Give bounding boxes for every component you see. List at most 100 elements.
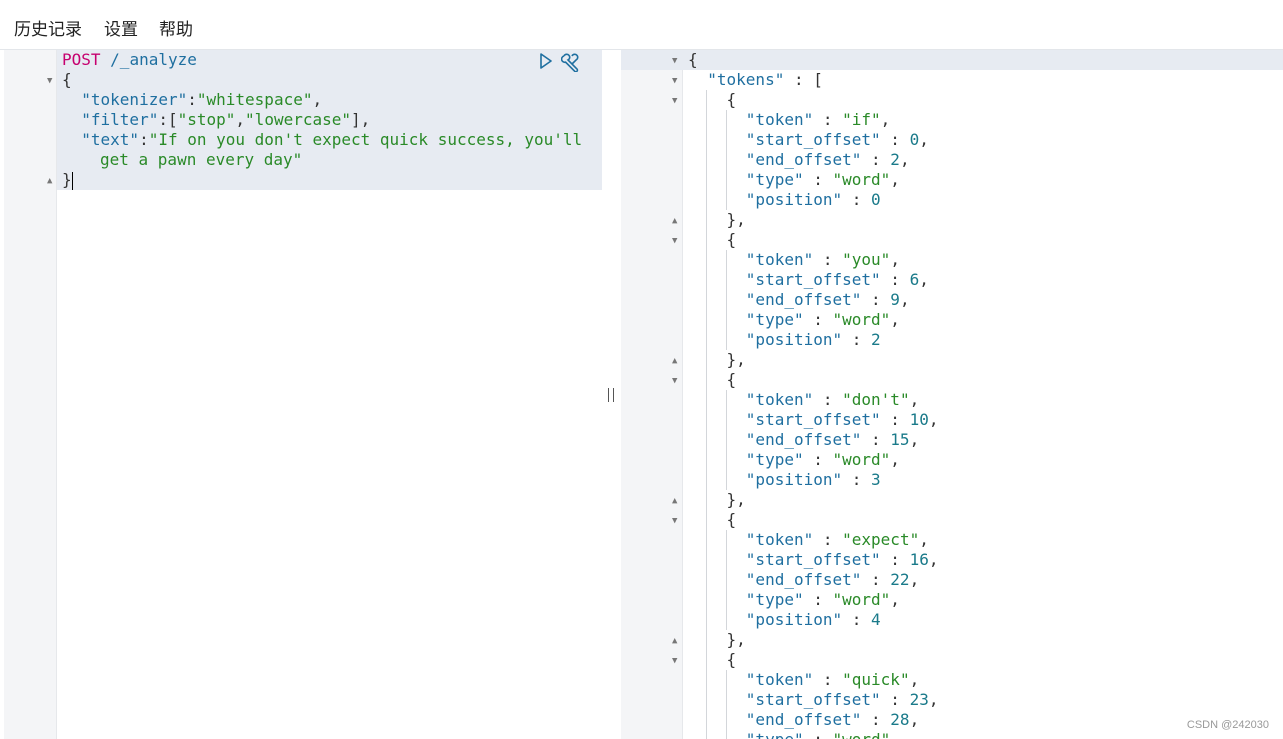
request-path: /_analyze [110, 50, 197, 69]
json-number: 15 [890, 430, 910, 449]
comma: , [890, 590, 900, 609]
colon: : [158, 110, 168, 129]
brace: }, [726, 210, 746, 229]
json-key: "start_offset" [745, 690, 881, 709]
json-key: "position" [745, 610, 843, 629]
colon: : [880, 690, 910, 709]
json-key: "type" [745, 310, 804, 329]
colon: : [861, 430, 891, 449]
comma: , [909, 390, 920, 409]
response-code-line: "end_offset" : 22, [688, 570, 919, 590]
pane-divider[interactable] [602, 50, 621, 739]
fold-open-icon[interactable]: ▼ [672, 656, 677, 666]
colon: : [880, 550, 910, 569]
comma: , [928, 550, 939, 569]
fold-closed-icon[interactable]: ▲ [672, 216, 677, 226]
comma: , [919, 130, 929, 149]
request-code-line-wrap: get a pawn every day" [100, 150, 302, 170]
response-code-line: "token" : "you", [688, 250, 900, 270]
comma: , [899, 290, 910, 309]
colon: : [187, 90, 197, 109]
brace: { [726, 510, 737, 529]
indent-guide [726, 670, 727, 739]
colon: : [803, 590, 833, 609]
fold-closed-icon[interactable]: ▲ [672, 636, 677, 646]
json-number: 23 [909, 690, 929, 709]
fold-open-icon[interactable]: ▼ [672, 96, 677, 106]
json-key: "type" [745, 170, 804, 189]
json-number: 0 [871, 190, 881, 209]
comma: , [909, 430, 920, 449]
colon: : [880, 270, 910, 289]
fold-open-icon[interactable]: ▼ [672, 76, 677, 86]
json-key: "end_offset" [745, 570, 862, 589]
response-code-line: "token" : "don't", [688, 390, 919, 410]
response-code-line: "token" : "expect", [688, 530, 929, 550]
menu-history[interactable]: 历史记录 [14, 15, 82, 40]
json-key: "end_offset" [745, 150, 862, 169]
fold-closed-icon[interactable]: ▲ [672, 356, 677, 366]
json-key: "tokens" [707, 70, 785, 89]
request-code-line: "text":"If on you don't expect quick suc… [62, 130, 582, 150]
punctuation: : [ [784, 70, 823, 89]
json-number: 28 [890, 710, 910, 729]
colon: : [842, 610, 872, 629]
response-code-line: "position" : 2 [688, 330, 881, 350]
fold-open-icon[interactable]: ▼ [47, 76, 52, 86]
json-key: "position" [745, 330, 843, 349]
response-code-line: "type" : "word", [688, 590, 900, 610]
json-string: "word" [832, 170, 891, 189]
fold-closed-icon[interactable]: ▲ [47, 176, 52, 186]
json-string: "quick" [842, 670, 910, 689]
response-code-line: "token" : "if", [688, 110, 891, 130]
resize-handle[interactable] [608, 388, 614, 402]
json-key: "filter" [81, 110, 159, 129]
fold-open-icon[interactable]: ▼ [672, 56, 677, 66]
brace: { [726, 370, 737, 389]
colon: : [880, 130, 910, 149]
fold-open-icon[interactable]: ▼ [672, 376, 677, 386]
request-gutter [4, 50, 57, 739]
comma: , [890, 450, 900, 469]
json-key: "start_offset" [745, 270, 881, 289]
brace: }, [726, 630, 746, 649]
json-key: "token" [745, 390, 814, 409]
menu-settings[interactable]: 设置 [104, 15, 138, 40]
wrench-icon[interactable] [561, 52, 583, 72]
colon: : [861, 570, 891, 589]
brace: { [688, 50, 698, 69]
fold-closed-icon[interactable]: ▲ [672, 496, 677, 506]
fold-open-icon[interactable]: ▼ [672, 236, 677, 246]
json-string: "word" [832, 310, 891, 329]
comma: , [899, 150, 910, 169]
request-editor[interactable]: 1POST /_analyze2▼{3 "tokenizer":"whitesp… [4, 50, 602, 739]
indent-guide [726, 530, 727, 630]
brace: }, [726, 490, 746, 509]
response-code-line: { [688, 370, 737, 390]
json-key: "start_offset" [745, 130, 881, 149]
response-viewer[interactable]: 1▼{2▼ "tokens" : [3▼ {4 "token" : "if",5… [621, 50, 1283, 739]
play-icon[interactable] [539, 53, 553, 69]
menu-help[interactable]: 帮助 [159, 15, 193, 40]
json-string: get a pawn every day" [100, 150, 303, 169]
indent-guide [726, 390, 727, 490]
fold-open-icon[interactable]: ▼ [672, 516, 677, 526]
response-code-line: }, [688, 350, 746, 370]
json-number: 0 [909, 130, 920, 149]
response-code-line: "type" : "word", [688, 310, 900, 330]
